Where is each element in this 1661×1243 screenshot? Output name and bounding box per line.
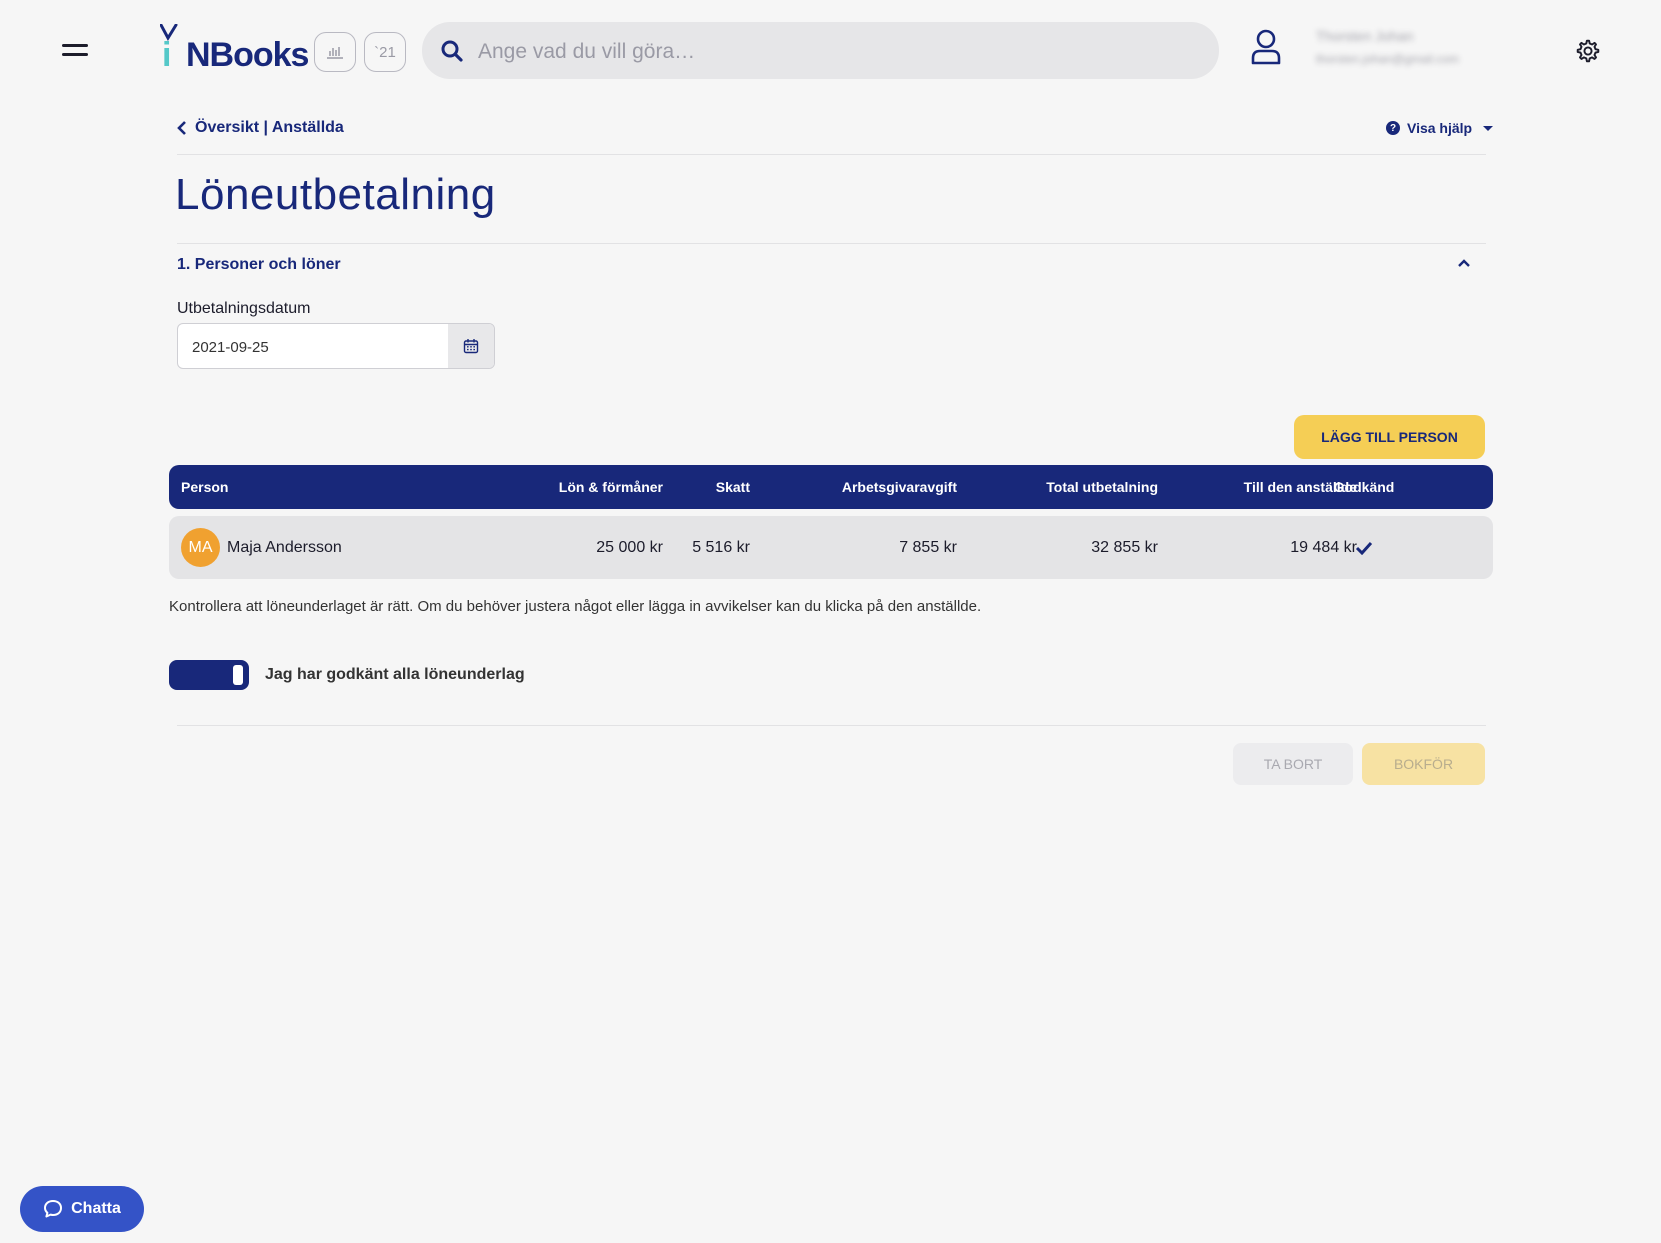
- column-header-total[interactable]: Total utbetalning: [1046, 465, 1158, 509]
- table-header: Person Lön & förmåner Skatt Arbetsgivara…: [169, 465, 1493, 509]
- chat-icon: [44, 1200, 63, 1218]
- chat-button[interactable]: Chatta: [20, 1186, 144, 1232]
- column-header-approved[interactable]: Godkänd: [1334, 465, 1395, 509]
- divider: [177, 243, 1486, 244]
- total-cell: 32 855 kr: [1091, 538, 1158, 556]
- add-person-button[interactable]: LÄGG TILL PERSON: [1294, 415, 1485, 459]
- fiscal-year-button[interactable]: `21: [364, 32, 406, 72]
- breadcrumb[interactable]: Översikt | Anställda: [177, 119, 344, 137]
- chevron-left-icon: [177, 121, 186, 135]
- section-title[interactable]: 1. Personer och löner: [177, 256, 341, 274]
- approved-cell: [1334, 516, 1394, 579]
- logo[interactable]: i NBooks: [160, 22, 309, 74]
- book-button[interactable]: BOKFÖR: [1362, 743, 1485, 785]
- table-row[interactable]: MA Maja Andersson 25 000 kr 5 516 kr 7 8…: [169, 516, 1493, 579]
- salary-cell: 25 000 kr: [596, 538, 663, 556]
- chart-icon: [327, 47, 343, 59]
- check-icon: [1355, 541, 1373, 555]
- top-bar: i NBooks `21 Thorsten Johan thorsten.joh…: [0, 0, 1661, 102]
- chat-label: Chatta: [71, 1200, 121, 1217]
- help-icon: ?: [1386, 121, 1400, 135]
- employee-name: Maja Andersson: [227, 538, 342, 556]
- logo-books: NBooks: [186, 36, 309, 74]
- menu-icon[interactable]: [58, 36, 92, 64]
- help-label: Visa hjälp: [1407, 120, 1473, 136]
- search-icon: [441, 40, 463, 62]
- payment-date-field[interactable]: [177, 323, 495, 369]
- help-dropdown[interactable]: ? Visa hjälp: [1386, 120, 1494, 136]
- search-bar[interactable]: [422, 22, 1219, 81]
- approve-all-toggle[interactable]: [169, 660, 249, 690]
- instruction-text: Kontrollera att löneunderlaget är rätt. …: [169, 598, 982, 615]
- chevron-up-icon[interactable]: [1458, 259, 1470, 267]
- page-title: Löneutbetalning: [175, 170, 496, 219]
- payment-date-label: Utbetalningsdatum: [177, 300, 311, 317]
- logo-i: i: [162, 36, 172, 74]
- delete-button[interactable]: TA BORT: [1233, 743, 1353, 785]
- report-button[interactable]: [314, 32, 356, 72]
- calendar-button[interactable]: [448, 324, 494, 368]
- user-name: Thorsten Johan: [1316, 28, 1414, 44]
- approve-all-label: Jag har godkänt alla löneunderlag: [265, 666, 525, 683]
- user-email: thorsten.johan@gmail.com: [1316, 52, 1459, 66]
- employer-fee-cell: 7 855 kr: [899, 538, 957, 556]
- column-header-tax[interactable]: Skatt: [716, 465, 750, 509]
- gear-icon[interactable]: [1575, 38, 1601, 64]
- divider: [177, 725, 1486, 726]
- caret-down-icon: [1483, 125, 1494, 131]
- breadcrumb-label: Översikt | Anställda: [195, 119, 344, 136]
- avatar: MA: [181, 528, 220, 567]
- column-header-person[interactable]: Person: [181, 465, 228, 509]
- divider: [177, 154, 1486, 155]
- user-icon[interactable]: [1250, 28, 1282, 66]
- column-header-salary[interactable]: Lön & förmåner: [559, 465, 663, 509]
- payment-date-input[interactable]: [190, 324, 444, 368]
- tax-cell: 5 516 kr: [692, 538, 750, 556]
- column-header-employer-fee[interactable]: Arbetsgivaravgift: [842, 465, 957, 509]
- search-input[interactable]: [476, 22, 1200, 81]
- calendar-icon: [463, 339, 479, 354]
